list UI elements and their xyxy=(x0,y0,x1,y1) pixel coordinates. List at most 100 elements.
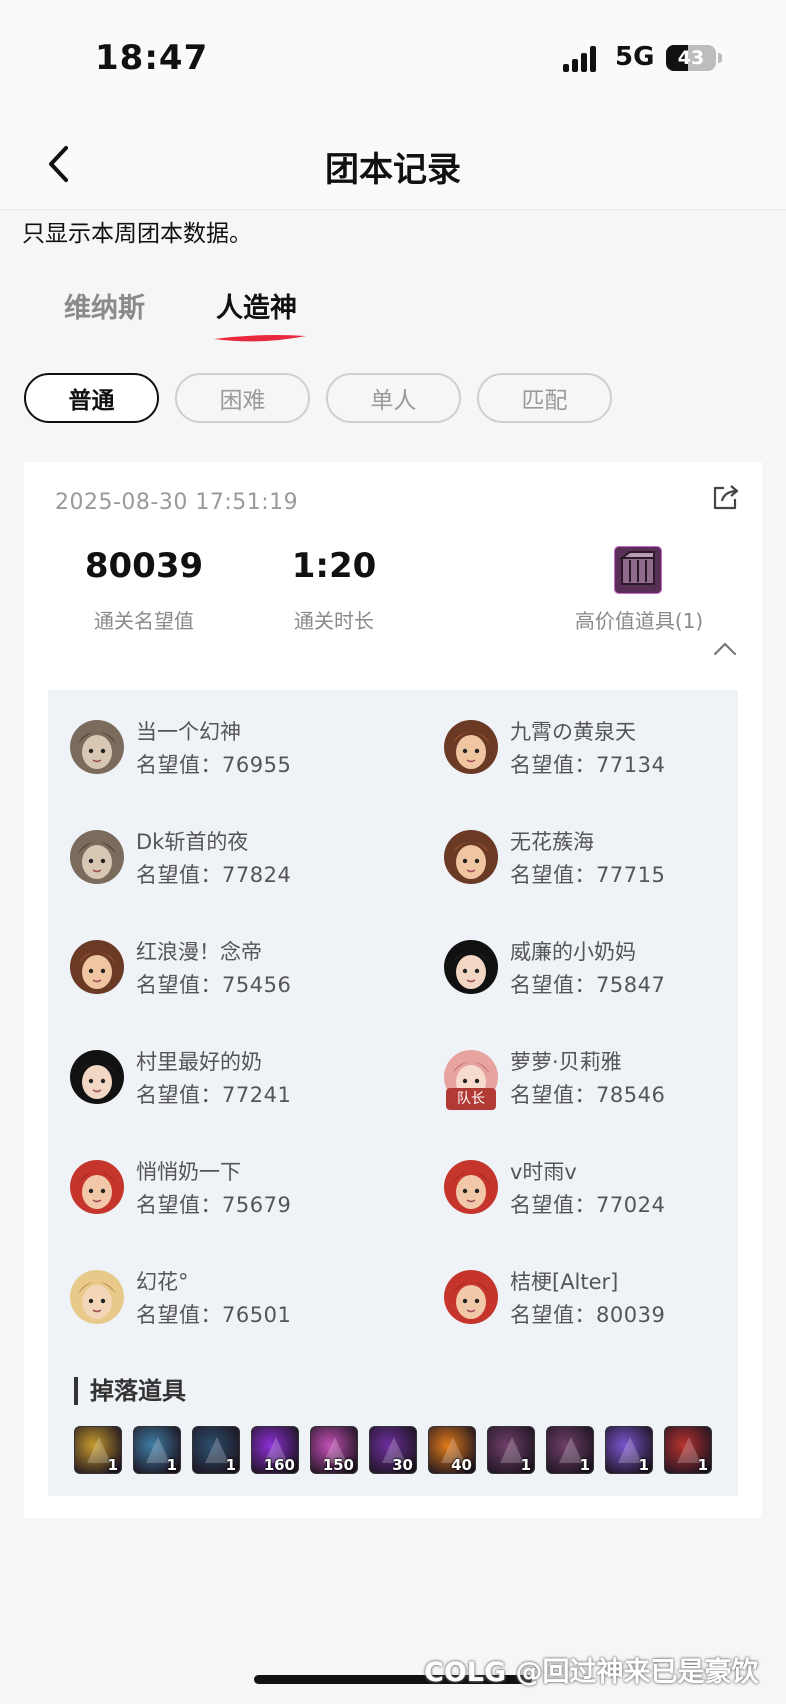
member-name: Dk斩首的夜 xyxy=(136,830,249,854)
member-name: 村里最好的奶 xyxy=(136,1050,262,1074)
share-icon[interactable] xyxy=(710,483,740,513)
party-member[interactable]: 村里最好的奶名望值：77241 xyxy=(70,1046,400,1116)
purple-gem-icon[interactable]: 30 xyxy=(369,1426,417,1474)
duration-label: 通关时长 xyxy=(294,609,374,633)
party-member[interactable]: 威廉的小奶妈名望值：75847 xyxy=(444,936,774,1006)
party-member[interactable]: 桔梗[Alter] 名望值：80039 xyxy=(444,1266,774,1336)
member-fame: 名望值：78546 xyxy=(510,1083,666,1107)
high-value-item-icon[interactable] xyxy=(614,546,662,594)
filter-match[interactable]: 匹配 xyxy=(477,373,612,423)
watermark-text: COLG @回过神来已是豪饮 xyxy=(424,1657,759,1688)
member-name: 萝萝·贝莉雅 xyxy=(510,1050,622,1074)
red-potion-icon[interactable]: 1 xyxy=(664,1426,712,1474)
female-fighter-avatar xyxy=(444,830,498,884)
filter-solo[interactable]: 单人 xyxy=(326,373,461,423)
page-title: 团本记录 xyxy=(325,150,461,190)
status-time: 18:47 xyxy=(95,38,209,78)
tab-venus[interactable]: 维纳斯 xyxy=(64,286,145,325)
member-fame: 名望值：77024 xyxy=(510,1193,666,1217)
member-name: v时雨v xyxy=(510,1160,577,1184)
battery-icon: 43 xyxy=(666,45,716,71)
member-name: 幻花° xyxy=(136,1270,189,1294)
filter-normal[interactable]: 普通 xyxy=(24,373,159,423)
female-fighter-avatar xyxy=(444,720,498,774)
drop-count: 1 xyxy=(638,1456,649,1474)
member-name: 威廉的小奶妈 xyxy=(510,940,636,964)
member-fame: 名望值：75679 xyxy=(136,1193,292,1217)
drops-title: 掉落道具 xyxy=(74,1377,186,1405)
potion-icon[interactable]: 1 xyxy=(605,1426,653,1474)
fame-value: 80039 xyxy=(84,546,204,586)
member-fame: 名望值：76501 xyxy=(136,1303,292,1327)
leader-badge: 队长 xyxy=(446,1088,496,1110)
duration-value: 1:20 xyxy=(291,546,377,586)
crate-icon[interactable]: 1 xyxy=(546,1426,594,1474)
member-name: 桔梗[Alter] xyxy=(510,1270,619,1294)
member-fame: 名望值：77134 xyxy=(510,753,666,777)
party-member[interactable]: Dk斩首的夜名望值：77824 xyxy=(70,826,400,896)
nav-header: 团本记录 xyxy=(0,118,786,210)
drop-count: 40 xyxy=(451,1456,472,1474)
party-member[interactable]: 九霄の黄泉天名望值：77134 xyxy=(444,716,774,786)
purple-orb-icon[interactable]: 160 xyxy=(251,1426,299,1474)
member-fame: 名望值：76955 xyxy=(136,753,292,777)
cellular-signal-icon xyxy=(563,46,603,72)
dark-blade-icon[interactable]: 1 xyxy=(192,1426,240,1474)
drop-count: 150 xyxy=(322,1456,354,1474)
party-member-panel: 当一个幻神 名望值：76955 九霄の黄泉天 名望值：77134 Dk斩首的夜 名望值：7… xyxy=(48,690,738,1496)
member-name: 红浪漫！念帝 xyxy=(136,940,262,964)
drop-count: 1 xyxy=(225,1456,236,1474)
red-hair-mage-avatar xyxy=(444,1160,498,1214)
weapon-gun-icon[interactable]: 1 xyxy=(74,1426,122,1474)
party-member[interactable]: v时雨v 名望值：77024 xyxy=(444,1156,774,1226)
drop-count: 30 xyxy=(392,1456,413,1474)
tab-active-indicator xyxy=(214,335,306,342)
member-fame: 名望值：80039 xyxy=(510,1303,666,1327)
blonde-gunner-avatar xyxy=(70,1270,124,1324)
armored-male-avatar xyxy=(70,720,124,774)
party-member[interactable]: 幻花° 名望值：76501 xyxy=(70,1266,400,1336)
party-member[interactable]: 队长 萝萝·贝莉雅名望值：78546 xyxy=(444,1046,774,1116)
high-value-label: 高价值道具(1) xyxy=(574,609,704,633)
member-fame: 名望值：77241 xyxy=(136,1083,292,1107)
drops-list: 1 1 1 160 150 30 40 1 1 1 1 xyxy=(74,1426,714,1474)
party-member[interactable]: 无花蔟海名望值：77715 xyxy=(444,826,774,896)
raid-record-card: 2025-08-30 17:51:19 80039 通关名望值 1:20 通关时… xyxy=(24,462,762,1518)
tab-artificial-god[interactable]: 人造神 xyxy=(216,286,297,325)
drop-count: 1 xyxy=(697,1456,708,1474)
member-fame: 名望值：77824 xyxy=(136,863,292,887)
crate-icon[interactable]: 1 xyxy=(487,1426,535,1474)
member-name: 九霄の黄泉天 xyxy=(510,720,636,744)
purple-star-icon[interactable]: 150 xyxy=(310,1426,358,1474)
filter-hard[interactable]: 困难 xyxy=(175,373,310,423)
battery-tip xyxy=(718,53,722,63)
member-name: 当一个幻神 xyxy=(136,720,241,744)
chevron-up-icon[interactable] xyxy=(712,640,738,658)
record-date: 2025-08-30 17:51:19 xyxy=(55,490,299,515)
party-member[interactable]: 当一个幻神名望值：76955 xyxy=(70,716,400,786)
dark-hair-priest-avatar xyxy=(70,1050,124,1104)
party-member[interactable]: 悄悄奶一下名望值：75679 xyxy=(70,1156,400,1226)
drop-count: 160 xyxy=(263,1456,295,1474)
flame-orb-icon[interactable]: 40 xyxy=(428,1426,476,1474)
party-member[interactable]: 红浪漫！念帝名望值：75456 xyxy=(70,936,400,1006)
status-bar: 18:47 5G 43 xyxy=(0,0,786,118)
drop-count: 1 xyxy=(520,1456,531,1474)
network-type: 5G xyxy=(615,42,655,72)
female-fighter-avatar xyxy=(70,940,124,994)
member-name: 悄悄奶一下 xyxy=(136,1160,241,1184)
member-name: 无花蔟海 xyxy=(510,830,594,854)
red-hair-mage-avatar xyxy=(444,1270,498,1324)
dark-hair-priest-avatar xyxy=(444,940,498,994)
battery-level: 43 xyxy=(677,47,705,69)
red-hair-mage-avatar xyxy=(70,1160,124,1214)
crystal-armor-icon[interactable]: 1 xyxy=(133,1426,181,1474)
drop-count: 1 xyxy=(166,1456,177,1474)
week-notice: 只显示本周团本数据。 xyxy=(22,221,252,247)
armored-male-avatar xyxy=(70,830,124,884)
member-fame: 名望值：77715 xyxy=(510,863,666,887)
member-fame: 名望值：75456 xyxy=(136,973,292,997)
fame-label: 通关名望值 xyxy=(94,609,194,633)
drop-count: 1 xyxy=(579,1456,590,1474)
member-fame: 名望值：75847 xyxy=(510,973,666,997)
